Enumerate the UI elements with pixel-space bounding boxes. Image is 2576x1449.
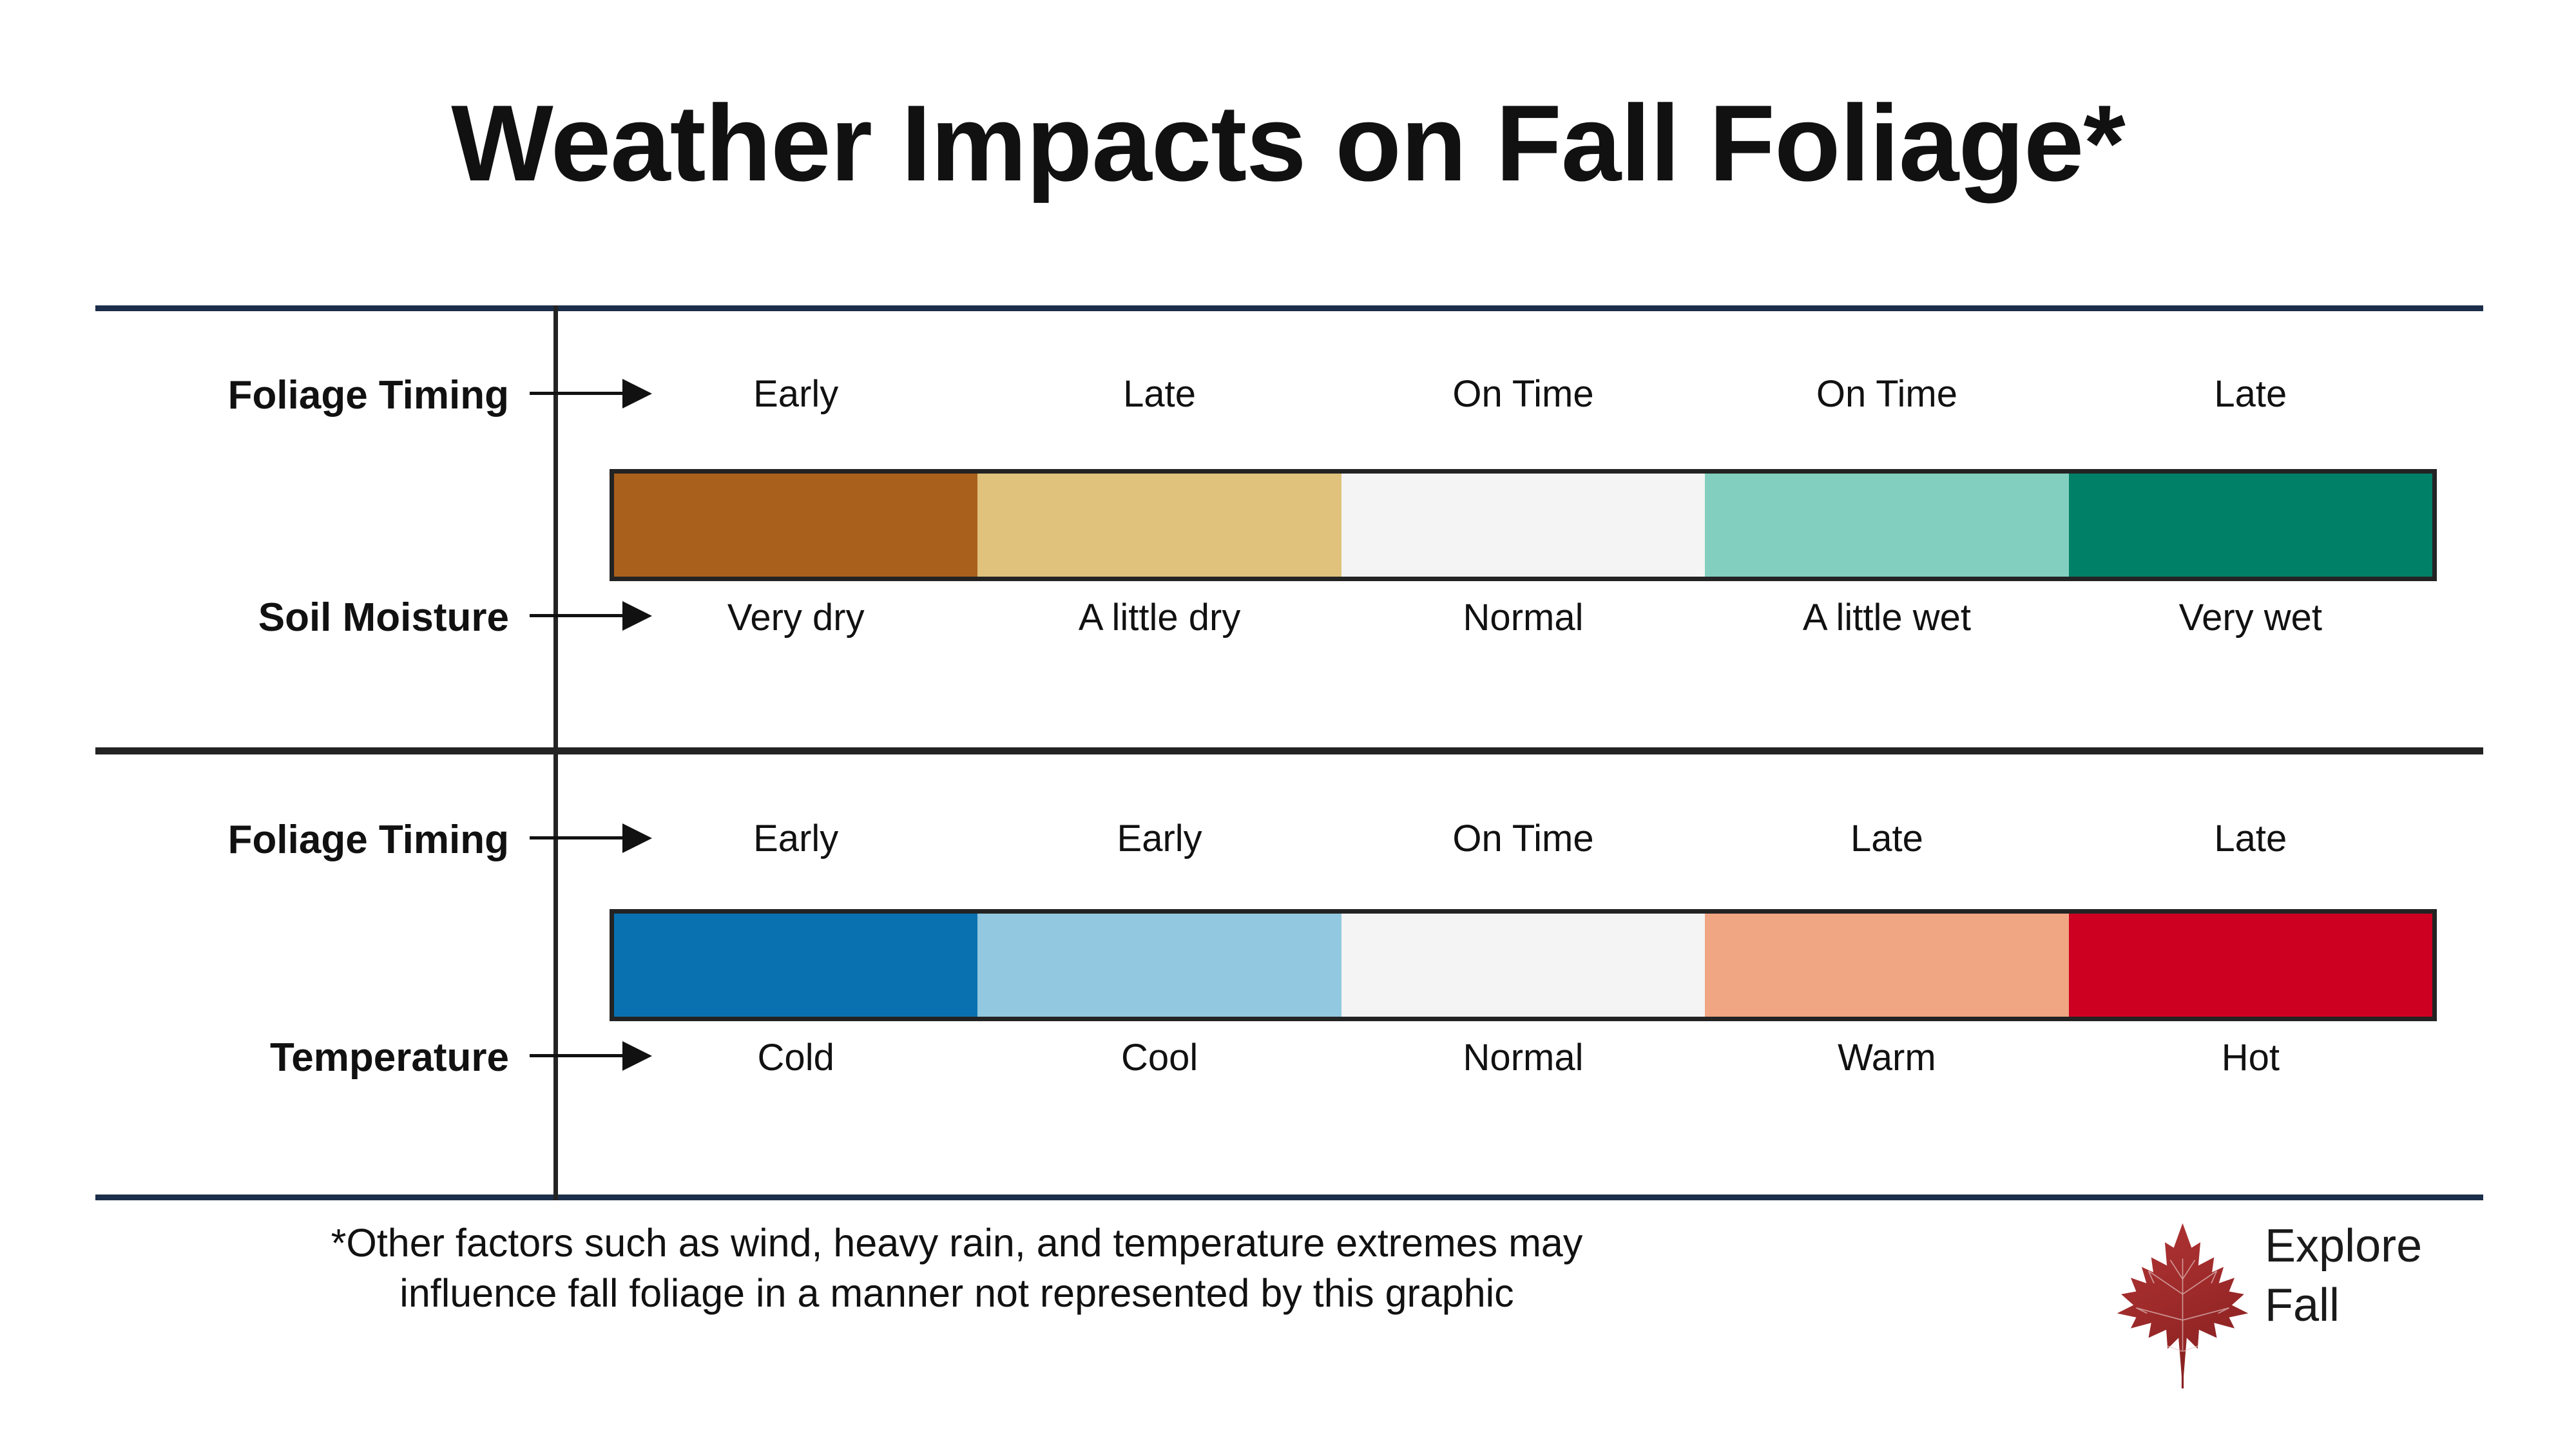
value-cell: On Time — [1452, 818, 1594, 859]
maple-leaf-icon — [2117, 1223, 2249, 1388]
color-segment-a-little-wet — [1705, 474, 2069, 577]
value-cell: Late — [1123, 373, 1197, 415]
value-cell: Late — [2214, 373, 2287, 415]
row-label-temperature: Temperature — [270, 1035, 509, 1080]
row-label-foliage-timing-soil: Foliage Timing — [227, 373, 509, 417]
arrow-shaft — [530, 1054, 628, 1057]
divider-bottom — [95, 1195, 2483, 1200]
values-row-foliage-timing-soil: Early Late On Time On Time Late — [614, 372, 2432, 416]
arrow-shaft — [530, 836, 628, 840]
category-cell: A little dry — [1078, 597, 1241, 638]
category-cell: Normal — [1463, 1037, 1584, 1079]
row-label-foliage-timing-temp: Foliage Timing — [227, 818, 509, 862]
arrow-shaft — [530, 614, 628, 617]
color-segment-warm — [1705, 914, 2069, 1017]
category-cell: Very wet — [2178, 597, 2323, 638]
logo-line-2: Fall — [2265, 1280, 2340, 1332]
category-cell: Cold — [757, 1037, 834, 1079]
value-cell: On Time — [1452, 373, 1594, 415]
category-cell: Normal — [1463, 597, 1584, 638]
color-segment-a-little-dry — [977, 474, 1341, 577]
color-segment-very-dry — [614, 474, 978, 577]
infographic-root: Weather Impacts on Fall Foliage* Foliage… — [0, 0, 2576, 1449]
value-cell: Late — [1850, 818, 1923, 859]
category-cell: Hot — [2221, 1037, 2280, 1079]
color-segment-cool — [977, 914, 1341, 1017]
divider-middle — [95, 747, 2483, 754]
color-segment-very-wet — [2068, 474, 2433, 577]
footnote-line-1: *Other factors such as wind, heavy rain,… — [331, 1221, 1583, 1265]
value-cell: Early — [1117, 818, 1202, 859]
values-row-temperature: Cold Cool Normal Warm Hot — [614, 1036, 2432, 1079]
page-title: Weather Impacts on Fall Foliage* — [451, 82, 2126, 204]
category-cell: Cool — [1120, 1037, 1198, 1079]
color-segment-normal — [1341, 474, 1706, 577]
color-segment-normal — [1341, 914, 1706, 1017]
color-bar-soil-moisture — [610, 469, 2437, 581]
explore-fall-logo: Explore Fall — [2107, 1211, 2545, 1398]
values-row-soil-moisture: Very dry A little dry Normal A little we… — [614, 596, 2432, 639]
logo-line-1: Explore — [2265, 1220, 2423, 1272]
logo-wordmark: Explore Fall — [2265, 1216, 2422, 1335]
color-segment-hot — [2068, 914, 2433, 1017]
category-cell: Warm — [1838, 1037, 1936, 1079]
row-label-soil-moisture: Soil Moisture — [258, 595, 509, 640]
value-cell: On Time — [1816, 373, 1957, 415]
color-bar-temperature — [610, 909, 2437, 1021]
footnote: *Other factors such as wind, heavy rain,… — [71, 1218, 1843, 1318]
arrow-shaft — [530, 392, 628, 395]
category-cell: A little wet — [1802, 597, 1971, 638]
color-segment-cold — [614, 914, 978, 1017]
values-row-foliage-timing-temp: Early Early On Time Late Late — [614, 817, 2432, 860]
value-cell: Late — [2214, 818, 2287, 859]
category-cell: Very dry — [727, 597, 865, 638]
divider-top — [95, 305, 2483, 311]
value-cell: Early — [753, 818, 839, 859]
footnote-line-2: influence fall foliage in a manner not r… — [399, 1271, 1514, 1316]
value-cell: Early — [753, 373, 839, 415]
